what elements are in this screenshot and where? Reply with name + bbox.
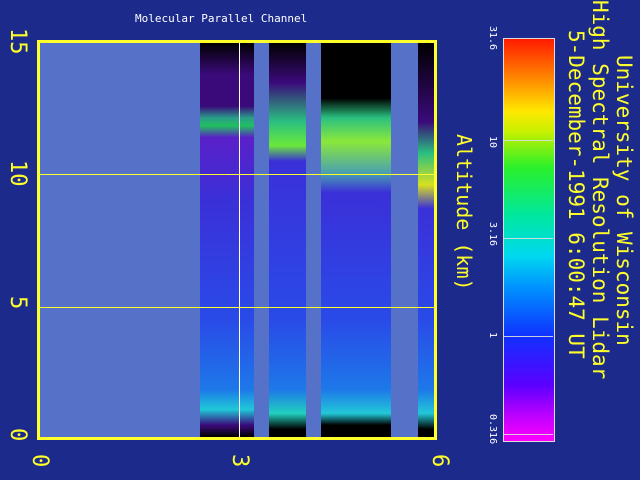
lidar-plot (37, 40, 437, 440)
plot-title: Molecular Parallel Channel (135, 12, 308, 25)
colorbar-tick-label: 31.6 (487, 26, 498, 51)
data-segment (200, 43, 254, 437)
data-segment (418, 43, 434, 437)
header-line-3: 5-December-1991 6:00:47 UT (564, 30, 588, 359)
colorbar-tick-label: 1 (487, 332, 498, 339)
header-line-2: High Spectral Resolution Lidar (588, 0, 612, 380)
colorbar-tick-label: 10 (487, 136, 498, 149)
colorbar-tick (503, 434, 553, 435)
colorbar-tick-label: 3.16 (487, 222, 498, 247)
y-axis-label: Altitude (km) (452, 134, 476, 291)
colorbar-tick-label: 0.316 (487, 414, 498, 445)
colorbar-tick (503, 140, 553, 141)
y-tick-15: 15 (5, 28, 30, 55)
grid-line-10km (40, 174, 434, 175)
x-tick-3: 3 (227, 454, 252, 468)
data-segment (269, 43, 306, 437)
colorbar (503, 38, 555, 442)
colorbar-tick (503, 336, 553, 337)
x-tick-6: 6 (427, 454, 452, 468)
y-tick-10: 10 (5, 160, 30, 187)
y-tick-5: 5 (5, 296, 30, 310)
grid-line-3h (239, 43, 240, 437)
header-line-1: University of Wisconsin (612, 55, 636, 346)
x-tick-0: 0 (27, 454, 52, 468)
grid-line-5km (40, 307, 434, 308)
data-segment (321, 43, 391, 437)
colorbar-tick (503, 238, 553, 239)
y-tick-0: 0 (5, 428, 30, 442)
